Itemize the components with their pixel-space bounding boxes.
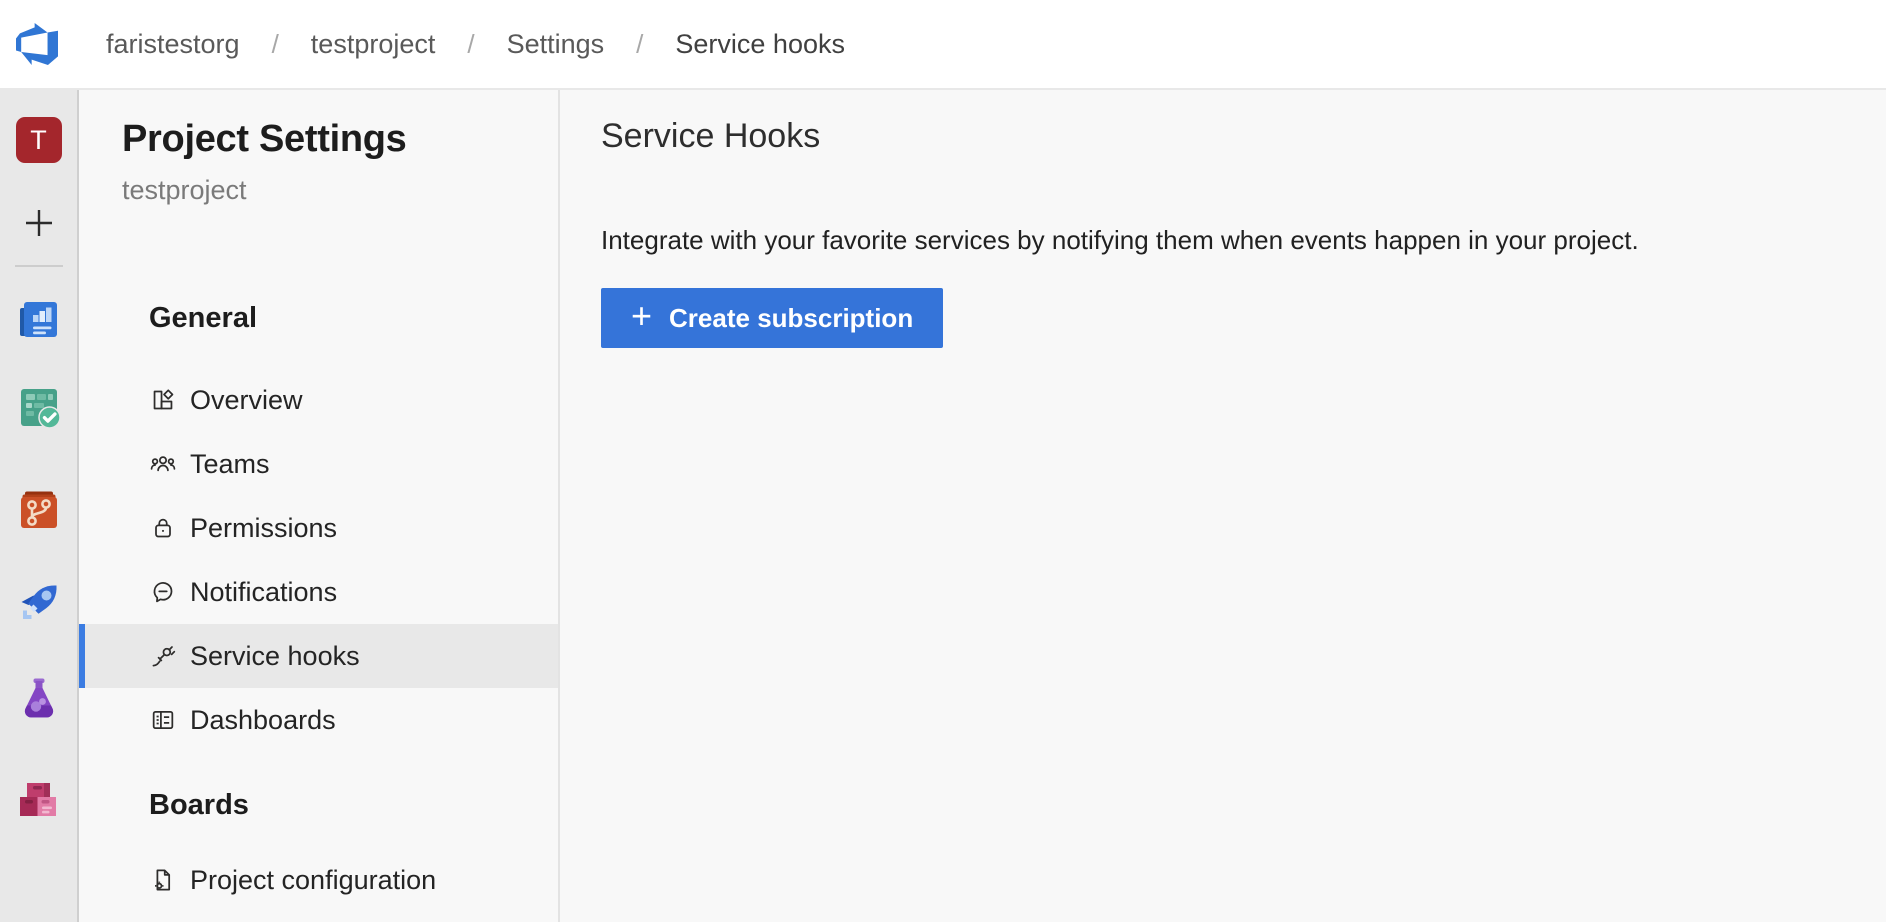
breadcrumb-service-hooks[interactable]: Service hooks (675, 29, 845, 60)
service-hooks-content: Service Hooks Integrate with your favori… (560, 90, 1886, 922)
sidebar-item-label: Permissions (190, 513, 337, 544)
breadcrumb-separator: / (467, 29, 474, 60)
settings-sidebar: Project Settings testproject General Ove… (79, 90, 560, 922)
sidebar-nav-general: Overview Teams (79, 368, 558, 752)
add-icon[interactable] (21, 205, 57, 241)
azure-devops-logo-icon[interactable] (14, 23, 60, 65)
sidebar-item-service-hooks[interactable]: Service hooks (79, 624, 558, 688)
breadcrumb-settings[interactable]: Settings (507, 29, 605, 60)
sidebar-subtitle: testproject (122, 174, 558, 206)
product-rail: T (0, 90, 79, 922)
breadcrumb-project[interactable]: testproject (311, 29, 436, 60)
sidebar-item-label: Overview (190, 385, 303, 416)
sidebar-item-label: Service hooks (190, 641, 360, 672)
breadcrumb-separator: / (272, 29, 279, 60)
rail-divider (15, 265, 63, 267)
document-gear-icon (149, 866, 177, 894)
project-avatar[interactable]: T (16, 117, 62, 163)
repos-icon[interactable] (16, 488, 62, 534)
plug-icon (149, 642, 177, 670)
sidebar-item-label: Teams (190, 449, 270, 480)
dashboard-icon (149, 706, 177, 734)
section-header-boards: Boards (79, 785, 558, 825)
pipelines-icon[interactable] (16, 580, 62, 626)
test-plans-icon[interactable] (16, 675, 62, 721)
overview-grid-icon (149, 386, 177, 414)
page-description: Integrate with your favorite services by… (601, 224, 1826, 256)
sidebar-item-project-configuration[interactable]: Project configuration (79, 848, 558, 912)
breadcrumb: faristestorg / testproject / Settings / … (106, 29, 845, 60)
sidebar-item-dashboards[interactable]: Dashboards (79, 688, 558, 752)
body-row: T (0, 90, 1886, 922)
overview-icon[interactable] (16, 297, 62, 343)
sidebar-item-notifications[interactable]: Notifications (79, 560, 558, 624)
sidebar-item-teams[interactable]: Teams (79, 432, 558, 496)
artifacts-icon[interactable] (16, 777, 62, 823)
boards-icon[interactable] (16, 385, 62, 431)
sidebar-item-overview[interactable]: Overview (79, 368, 558, 432)
sidebar-item-permissions[interactable]: Permissions (79, 496, 558, 560)
page-title: Service Hooks (601, 114, 1826, 158)
sidebar-item-label: Dashboards (190, 705, 336, 736)
azure-devops-page: faristestorg / testproject / Settings / … (0, 0, 1886, 922)
people-icon (149, 450, 177, 478)
sidebar-item-label: Project configuration (190, 865, 436, 896)
sidebar-title: Project Settings (122, 116, 558, 162)
plus-icon: + (631, 298, 652, 334)
lock-icon (149, 514, 177, 542)
create-subscription-label: Create subscription (669, 303, 913, 334)
create-subscription-button[interactable]: + Create subscription (601, 288, 943, 348)
comment-icon (149, 578, 177, 606)
breadcrumb-separator: / (636, 29, 643, 60)
selected-indicator (79, 624, 85, 688)
sidebar-nav-boards: Project configuration (79, 848, 558, 912)
sidebar-item-label: Notifications (190, 577, 337, 608)
breadcrumb-org[interactable]: faristestorg (106, 29, 240, 60)
top-bar: faristestorg / testproject / Settings / … (0, 0, 1886, 90)
section-header-general: General (79, 298, 558, 338)
